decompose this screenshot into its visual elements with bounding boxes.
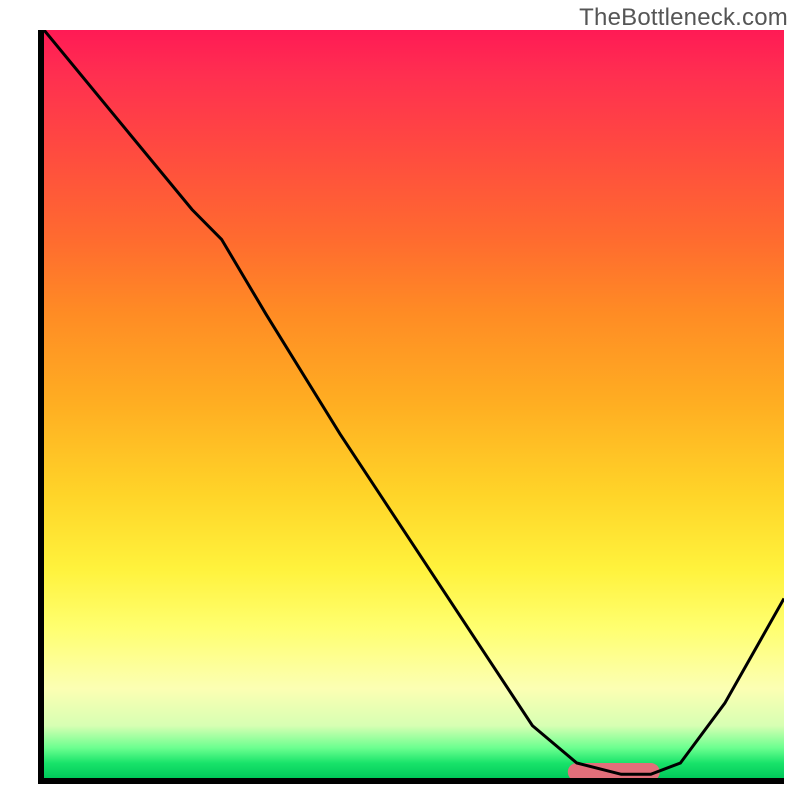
- bottleneck-curve: [44, 30, 784, 774]
- plot-svg: [44, 30, 784, 778]
- watermark-text: TheBottleneck.com: [579, 4, 788, 32]
- plot-frame: [38, 30, 784, 784]
- chart-container: TheBottleneck.com: [0, 0, 800, 800]
